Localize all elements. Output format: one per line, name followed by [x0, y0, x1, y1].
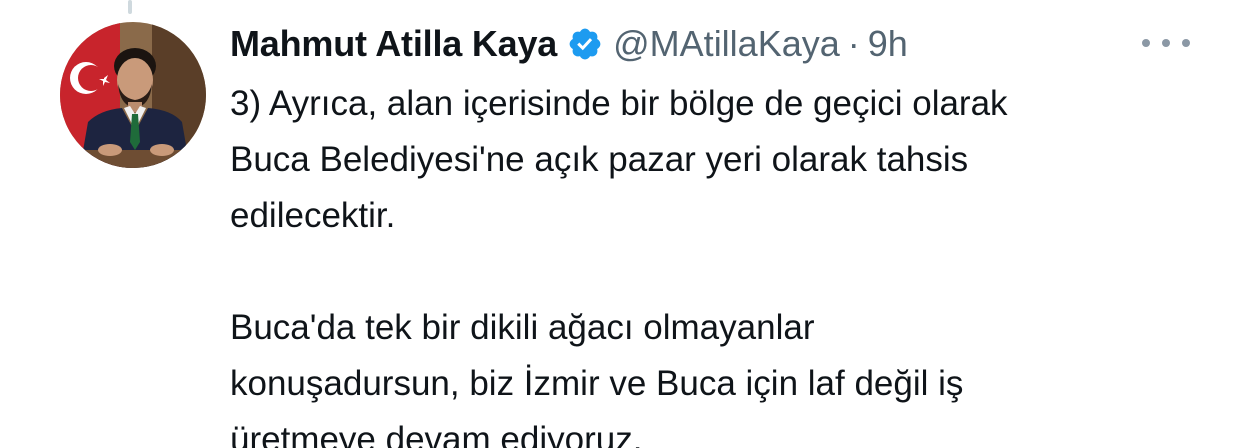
tweet-card: Mahmut Atilla Kaya @MAtillaKaya · 9h 3) …: [0, 0, 1242, 448]
more-dot: [1182, 39, 1190, 47]
tweet-paragraph: 3) Ayrıca, alan içerisinde bir bölge de …: [230, 84, 1008, 235]
avatar[interactable]: [60, 22, 206, 168]
more-dot: [1162, 39, 1170, 47]
more-options-icon[interactable]: [1142, 36, 1190, 50]
thread-connector-line: [128, 0, 132, 14]
verified-badge-icon: [567, 26, 603, 62]
author-handle[interactable]: @MAtillaKaya: [613, 23, 840, 65]
tweet-timestamp[interactable]: 9h: [868, 23, 908, 65]
tweet-header: Mahmut Atilla Kaya @MAtillaKaya · 9h: [230, 16, 1242, 72]
header-separator: ·: [847, 23, 860, 64]
more-dot: [1142, 39, 1150, 47]
tweet-body: 3) Ayrıca, alan içerisinde bir bölge de …: [230, 76, 1230, 448]
author-display-name[interactable]: Mahmut Atilla Kaya: [230, 23, 557, 65]
tweet-paragraph: Buca'da tek bir dikili ağacı olmayanlar …: [230, 308, 964, 448]
